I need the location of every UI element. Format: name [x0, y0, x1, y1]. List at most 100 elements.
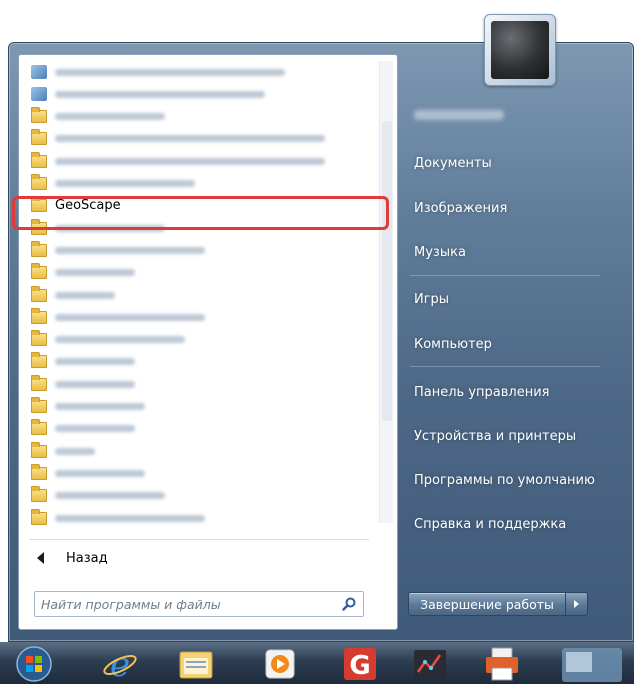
program-label-blurred [55, 313, 205, 321]
chevron-right-icon [574, 600, 579, 608]
menu-item-documents[interactable]: Документы [414, 152, 492, 174]
folder-icon [31, 374, 47, 391]
program-item[interactable] [25, 284, 381, 306]
programs-scrollbar[interactable] [379, 61, 393, 523]
menu-item-label: Справка и поддержка [414, 516, 567, 532]
shutdown-label: Завершение работы [420, 596, 554, 612]
chart-app-icon[interactable] [410, 646, 450, 682]
shutdown-button[interactable]: Завершение работы [408, 592, 566, 616]
program-label-blurred [55, 90, 265, 98]
menu-item-music[interactable]: Музыка [414, 241, 466, 263]
folder-icon [31, 285, 47, 302]
program-label-blurred [55, 514, 205, 522]
program-label-blurred [55, 157, 325, 165]
program-label-blurred [55, 269, 135, 277]
right-menu-separator [410, 366, 600, 367]
folder-icon [31, 330, 47, 347]
svg-text:e: e [110, 646, 130, 682]
program-item[interactable] [25, 351, 381, 373]
back-button[interactable]: Назад [29, 545, 369, 571]
app-icon [31, 65, 47, 79]
folder-icon [31, 397, 47, 413]
start-orb-icon[interactable] [14, 646, 54, 682]
svg-text:G: G [349, 651, 370, 681]
menu-item-label: Программы по умолчанию [414, 472, 595, 488]
user-name-blurred [414, 110, 504, 120]
program-label-blurred [55, 358, 135, 366]
program-item[interactable] [25, 61, 381, 83]
program-label-blurred [55, 492, 165, 500]
app-icon [31, 87, 47, 102]
folder-icon [31, 463, 47, 480]
program-label-blurred [55, 425, 135, 433]
program-item[interactable] [25, 150, 381, 172]
program-item[interactable] [25, 83, 381, 105]
program-item[interactable] [25, 128, 381, 150]
back-arrow-icon [37, 552, 44, 564]
search-input[interactable] [41, 594, 331, 614]
program-label-blurred [55, 246, 205, 254]
program-item[interactable] [25, 239, 381, 261]
folder-icon [31, 129, 47, 146]
program-item[interactable] [25, 418, 381, 440]
folder-icon [31, 352, 47, 369]
taskbar: e G [0, 642, 634, 684]
program-item[interactable] [25, 507, 381, 529]
program-label-blurred [55, 403, 145, 410]
menu-item-computer[interactable]: Компьютер [414, 333, 492, 355]
program-item[interactable] [25, 373, 381, 395]
menu-item-help-support[interactable]: Справка и поддержка [414, 513, 566, 535]
program-item[interactable] [25, 396, 381, 418]
folder-icon [31, 419, 47, 436]
folder-icon [31, 174, 47, 190]
program-item[interactable] [25, 329, 381, 351]
g-app-icon[interactable]: G [340, 646, 380, 682]
menu-item-label: Компьютер [414, 336, 492, 352]
folder-icon [31, 307, 47, 324]
shutdown-options-button[interactable] [566, 592, 588, 616]
menu-item-label: Игры [414, 291, 450, 307]
folder-icon [31, 151, 47, 168]
folder-icon [31, 240, 47, 257]
program-label-blurred [55, 135, 325, 143]
folder-icon [31, 486, 47, 503]
menu-item-label: Документы [414, 155, 492, 171]
program-label-blurred [55, 336, 185, 344]
media-player-icon[interactable] [260, 646, 300, 682]
program-item[interactable] [25, 440, 381, 462]
window-thumbnail-icon[interactable] [560, 646, 624, 682]
folder-icon [31, 508, 47, 525]
search-box[interactable] [34, 591, 364, 617]
menu-item-label: Устройства и принтеры [414, 428, 577, 444]
geoscape-highlight-box [12, 196, 389, 230]
program-item[interactable] [25, 485, 381, 507]
program-label-blurred [55, 113, 165, 121]
program-item[interactable] [25, 462, 381, 484]
menu-item-games[interactable]: Игры [414, 288, 449, 310]
scrollbar-thumb[interactable] [382, 121, 392, 421]
program-item[interactable] [25, 106, 381, 128]
menu-item-devices-printers[interactable]: Устройства и принтеры [414, 425, 576, 447]
internet-explorer-icon[interactable]: e [100, 646, 140, 682]
search-icon[interactable] [341, 596, 357, 612]
menu-item-control-panel[interactable]: Панель управления [414, 381, 550, 403]
program-label-blurred [55, 68, 285, 76]
menu-item-label: Изображения [414, 200, 508, 216]
program-label-blurred [55, 291, 115, 299]
program-label-blurred [55, 447, 95, 455]
user-picture-image [491, 21, 549, 79]
user-picture[interactable] [484, 14, 556, 86]
program-item[interactable] [25, 306, 381, 328]
printer-app-icon[interactable] [482, 646, 522, 682]
back-label: Назад [66, 550, 108, 566]
folder-icon [31, 441, 47, 458]
program-label-blurred [55, 380, 135, 388]
menu-item-label: Музыка [414, 244, 466, 260]
file-explorer-icon[interactable] [176, 646, 216, 682]
folder-icon [31, 263, 47, 280]
program-item[interactable] [25, 262, 381, 284]
menu-item-default-programs[interactable]: Программы по умолчанию [414, 469, 595, 491]
menu-item-pictures[interactable]: Изображения [414, 197, 507, 219]
back-separator [29, 539, 369, 540]
program-item[interactable] [25, 173, 381, 195]
